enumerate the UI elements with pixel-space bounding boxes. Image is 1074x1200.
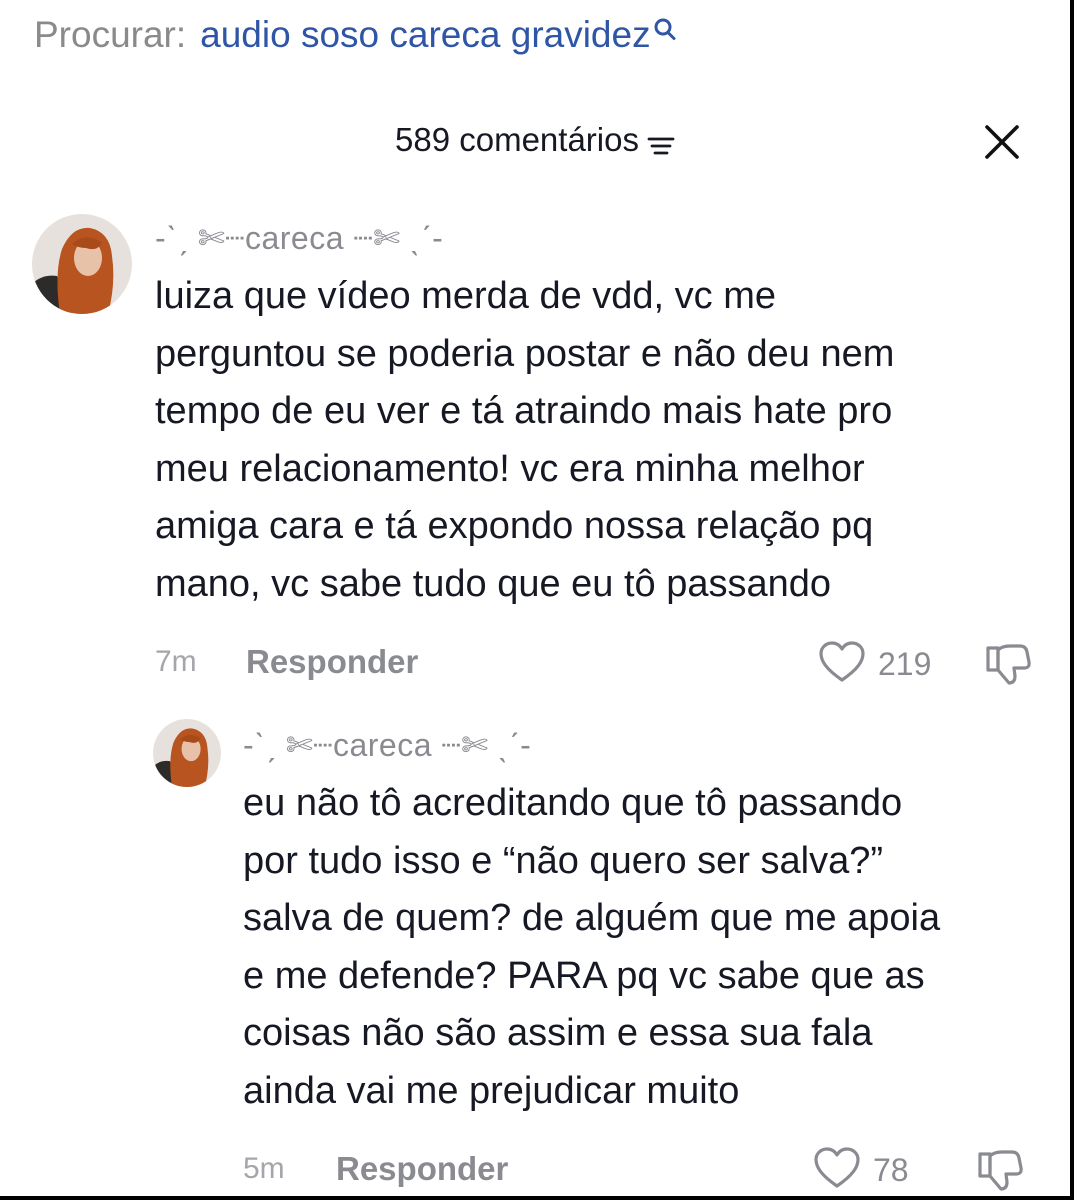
dislike-button[interactable] (984, 640, 1032, 693)
comment-line: por tudo isso e “não quero ser salva?” (243, 839, 884, 882)
comment-line: salva de quem? de alguém que me apoia (243, 897, 941, 939)
like-button[interactable]: 78 (813, 1146, 909, 1195)
comment-line: e me defende? PARA pq vc sabe que as (243, 954, 925, 997)
comment-count-sort[interactable]: 589 comentários (395, 112, 675, 168)
like-count: 219 (878, 646, 932, 682)
comment-line: coisas não são assim e essa sua fala (243, 1012, 873, 1054)
search-bar[interactable]: Procurar: audio soso careca gravidez (34, 10, 679, 60)
comment-line: eu não tô acreditando que tô passando (243, 782, 903, 824)
like-count: 78 (873, 1152, 909, 1188)
heart-icon (818, 640, 866, 689)
reply-button[interactable]: Responder (246, 643, 418, 681)
like-button[interactable]: 219 (818, 640, 931, 689)
comment-line: ainda vai me prejudicar muito (243, 1069, 740, 1112)
comment-line: luiza que vídeo merda de vdd, vc me (155, 275, 777, 317)
comment-line: mano, vc sabe tudo que eu tô passando (155, 562, 832, 605)
heart-icon (813, 1146, 861, 1195)
comment-line: tempo de eu ver e tá atraindo mais hate … (155, 390, 893, 432)
search-query[interactable]: audio soso careca gravidez (200, 14, 650, 56)
search-prefix: Procurar: (34, 14, 187, 55)
close-icon (982, 122, 1022, 167)
dislike-button[interactable] (976, 1146, 1024, 1196)
comment-username[interactable]: -ˋˏ ✄┈careca ┈✄ ˎˊ- (155, 219, 443, 257)
avatar[interactable] (32, 214, 132, 314)
thumbs-down-icon (984, 644, 1032, 692)
search-icon[interactable] (653, 14, 679, 44)
sort-icon[interactable] (647, 128, 675, 155)
thumbs-down-icon (976, 1150, 1024, 1196)
comments-header: 589 comentários (0, 112, 1070, 168)
comment-line: perguntou se poderia postar e não deu ne… (155, 332, 895, 375)
comment-time: 5m (243, 1152, 285, 1185)
comments-screen: Procurar: audio soso careca gravidez 589… (0, 0, 1070, 1196)
comment-text: eu não tô acreditando que tô passando po… (243, 775, 940, 1120)
avatar[interactable] (153, 719, 221, 787)
comment-line: meu relacionamento! vc era minha melhor (155, 447, 865, 490)
close-button[interactable] (976, 118, 1028, 170)
comment-text: luiza que vídeo merda de vdd, vc me perg… (155, 268, 894, 613)
comment-count: 589 comentários (395, 121, 639, 158)
comment-username[interactable]: -ˋˏ ✄┈careca ┈✄ ˎˊ- (243, 726, 531, 764)
comment-time: 7m (155, 645, 197, 678)
comment-line: amiga cara e tá expondo nossa relação pq (155, 505, 874, 547)
reply-button[interactable]: Responder (336, 1150, 508, 1188)
